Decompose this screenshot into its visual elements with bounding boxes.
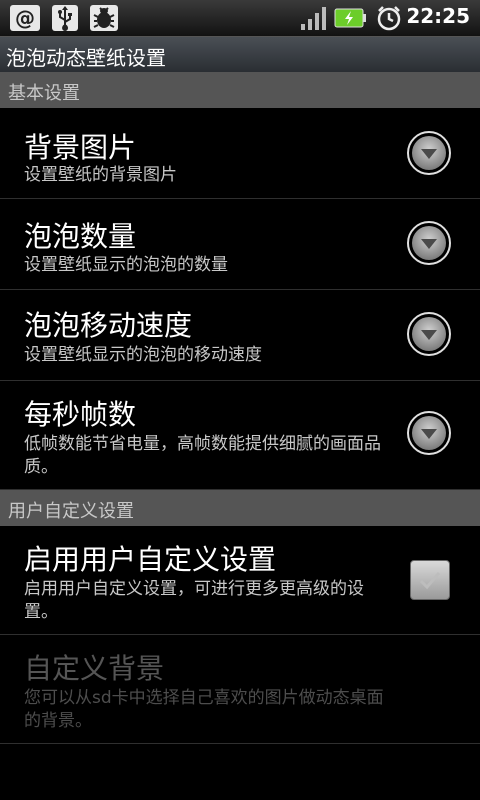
svg-text:@: @ bbox=[15, 6, 35, 30]
app-title-bar: 泡泡动态壁纸设置 bbox=[0, 37, 480, 73]
pref-title: 泡泡移动速度 bbox=[24, 309, 193, 342]
dropdown-icon[interactable] bbox=[406, 220, 452, 266]
app-title: 泡泡动态壁纸设置 bbox=[6, 46, 166, 70]
pref-summary: 启用用户自定义设置，可进行更多更高级的设置。 bbox=[24, 579, 364, 622]
pref-background-image[interactable]: 背景图片 设置壁纸的背景图片 bbox=[0, 108, 480, 199]
pref-bubble-count[interactable]: 泡泡数量 设置壁纸显示的泡泡的数量 bbox=[0, 199, 480, 290]
pref-title: 泡泡数量 bbox=[24, 220, 137, 253]
section-header-label: 用户自定义设置 bbox=[8, 501, 134, 522]
at-sign-icon: @ bbox=[10, 5, 40, 31]
checkmark-icon bbox=[419, 572, 441, 590]
status-time: 22:25 bbox=[406, 4, 470, 28]
debug-bug-icon bbox=[90, 5, 118, 31]
pref-title: 每秒帧数 bbox=[24, 398, 137, 431]
pref-summary: 低帧数能节省电量，高帧数能提供细腻的画面品质。 bbox=[24, 434, 381, 477]
enable-custom-checkbox[interactable] bbox=[410, 560, 450, 600]
usb-icon bbox=[52, 5, 78, 31]
pref-summary: 设置壁纸显示的泡泡的数量 bbox=[24, 255, 228, 275]
battery-charging-icon bbox=[334, 8, 366, 28]
section-header-label: 基本设置 bbox=[8, 83, 80, 104]
alarm-clock-icon bbox=[377, 6, 401, 31]
pref-summary: 您可以从sd卡中选择自己喜欢的图片做动态桌面的背景。 bbox=[24, 688, 384, 731]
pref-frames-per-second[interactable]: 每秒帧数 低帧数能节省电量，高帧数能提供细腻的画面品质。 bbox=[0, 381, 480, 490]
dropdown-icon[interactable] bbox=[406, 130, 452, 176]
pref-summary: 设置壁纸的背景图片 bbox=[24, 165, 177, 185]
section-header-custom: 用户自定义设置 bbox=[0, 490, 480, 526]
pref-enable-custom-settings[interactable]: 启用用户自定义设置 启用用户自定义设置，可进行更多更高级的设置。 bbox=[0, 526, 480, 635]
pref-title: 启用用户自定义设置 bbox=[24, 543, 277, 576]
signal-icon bbox=[301, 7, 326, 30]
status-bar: @ 22:25 bbox=[0, 0, 480, 37]
section-header-basic: 基本设置 bbox=[0, 72, 480, 108]
dropdown-icon[interactable] bbox=[406, 311, 452, 357]
pref-summary: 设置壁纸显示的泡泡的移动速度 bbox=[24, 345, 262, 365]
pref-custom-background: 自定义背景 您可以从sd卡中选择自己喜欢的图片做动态桌面的背景。 bbox=[0, 635, 480, 744]
pref-bubble-speed[interactable]: 泡泡移动速度 设置壁纸显示的泡泡的移动速度 bbox=[0, 290, 480, 381]
dropdown-icon[interactable] bbox=[406, 410, 452, 456]
pref-title: 背景图片 bbox=[24, 131, 137, 164]
pref-title: 自定义背景 bbox=[24, 652, 165, 685]
